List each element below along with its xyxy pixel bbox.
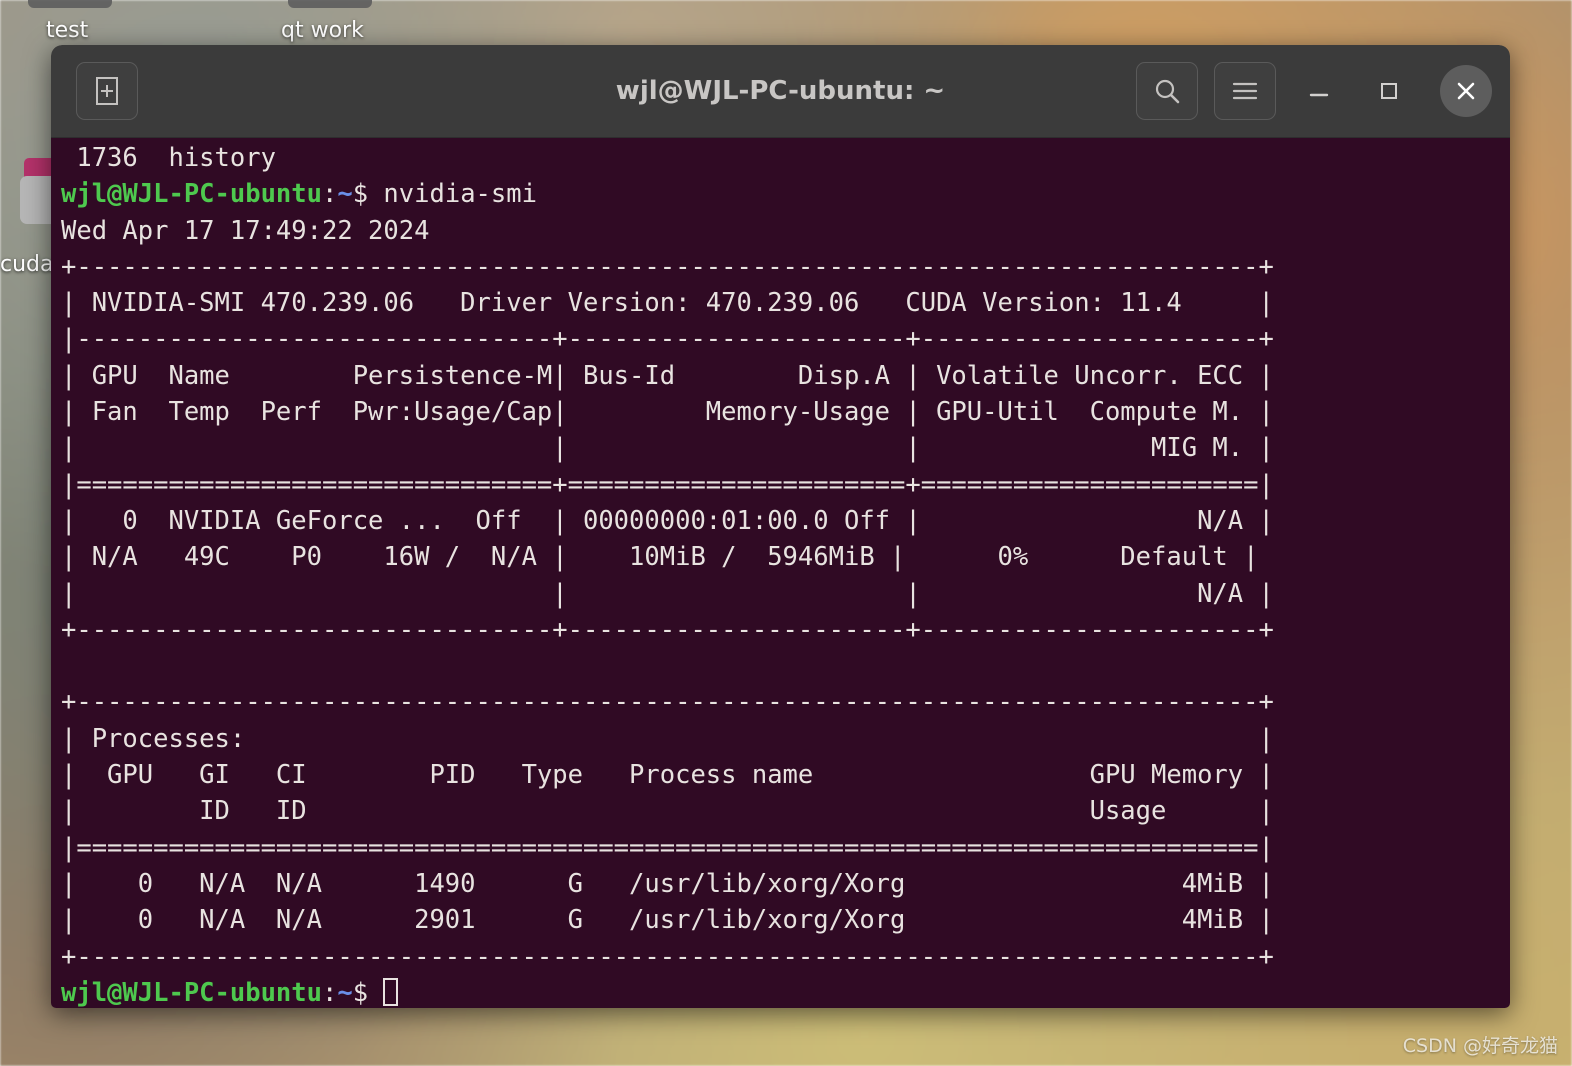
terminal-output: 1736 history wjl@WJL-PC-ubuntu:~$ nvidia… (61, 140, 1274, 1008)
prompt-colon: : (322, 179, 338, 210)
terminal-line: | 0 N/A N/A 2901 G /usr/lib/xorg/Xorg 4M… (61, 905, 1274, 936)
close-button[interactable] (1440, 65, 1492, 117)
terminal-line: | GPU Name Persistence-M| Bus-Id Disp.A … (61, 360, 1274, 391)
terminal-cursor (383, 977, 399, 1006)
desktop-screen: test qt work cuda wjl@WJL-PC-ubuntu: ~ 1… (0, 0, 1572, 1066)
terminal-line: | NVIDIA-SMI 470.239.06 Driver Version: … (61, 288, 1274, 319)
terminal-line: | Fan Temp Perf Pwr:Usage/Cap| Memory-Us… (61, 397, 1274, 428)
prompt-dollar: $ (352, 179, 369, 210)
terminal-line: | ID ID Usage | (61, 796, 1274, 827)
new-tab-icon (96, 77, 118, 105)
hamburger-menu-button[interactable] (1214, 62, 1276, 120)
terminal-line: |=======================================… (61, 832, 1274, 863)
terminal-line: +---------------------------------------… (61, 687, 1274, 718)
terminal-line: |-------------------------------+-------… (61, 324, 1274, 355)
prompt-colon: : (322, 977, 338, 1008)
terminal-scrollbar[interactable] (1493, 150, 1504, 995)
terminal-line: | GPU GI CI PID Type Process name GPU Me… (61, 760, 1274, 791)
terminal-line: Wed Apr 17 17:49:22 2024 (61, 215, 430, 246)
minimize-icon (1309, 93, 1329, 97)
terminal-line: +---------------------------------------… (61, 941, 1274, 972)
new-tab-button[interactable] (76, 62, 138, 120)
terminal-line: | N/A 49C P0 16W / N/A | 10MiB / 5946MiB… (61, 542, 1259, 573)
terminal-line: | 0 N/A N/A 1490 G /usr/lib/xorg/Xorg 4M… (61, 868, 1274, 899)
terminal-line: | | | MIG M. | (61, 433, 1274, 464)
terminal-line: |===============================+=======… (61, 469, 1274, 500)
desktop-chip-left (28, 0, 112, 8)
desktop-chip-right (288, 0, 372, 8)
close-icon (1457, 82, 1475, 100)
maximize-button[interactable] (1362, 64, 1416, 118)
prompt-path: ~ (337, 179, 353, 210)
search-icon (1155, 79, 1180, 104)
terminal-line: | | | N/A | (61, 578, 1274, 609)
search-button[interactable] (1136, 62, 1198, 120)
desktop-label-qt-work[interactable]: qt work (281, 18, 364, 43)
csdn-watermark: CSDN @好奇龙猫 (1402, 1035, 1558, 1057)
terminal-line: | Processes: | (61, 723, 1274, 754)
prompt-user: wjl@WJL-PC-ubuntu (61, 977, 322, 1008)
window-titlebar[interactable]: wjl@WJL-PC-ubuntu: ~ (51, 45, 1510, 138)
prompt-user: wjl@WJL-PC-ubuntu (61, 179, 322, 210)
terminal-line: +---------------------------------------… (61, 251, 1274, 282)
titlebar-controls (1136, 45, 1492, 137)
terminal-body[interactable]: 1736 history wjl@WJL-PC-ubuntu:~$ nvidia… (51, 138, 1510, 1008)
hamburger-menu-icon (1232, 82, 1258, 100)
terminal-line: | 0 NVIDIA GeForce ... Off | 00000000:01… (61, 505, 1274, 536)
terminal-line: +-------------------------------+-------… (61, 614, 1274, 645)
minimize-button[interactable] (1292, 64, 1346, 118)
terminal-command: nvidia-smi (368, 179, 537, 210)
terminal-window[interactable]: wjl@WJL-PC-ubuntu: ~ 1736 history wjl@WJ… (51, 45, 1510, 1008)
terminal-command (368, 978, 383, 1008)
prompt-path: ~ (337, 977, 353, 1008)
terminal-line: 1736 history (61, 143, 276, 173)
maximize-icon (1381, 83, 1397, 99)
desktop-label-test[interactable]: test (46, 18, 88, 43)
desktop-label-cuda[interactable]: cuda (0, 252, 54, 277)
prompt-dollar: $ (352, 977, 369, 1008)
